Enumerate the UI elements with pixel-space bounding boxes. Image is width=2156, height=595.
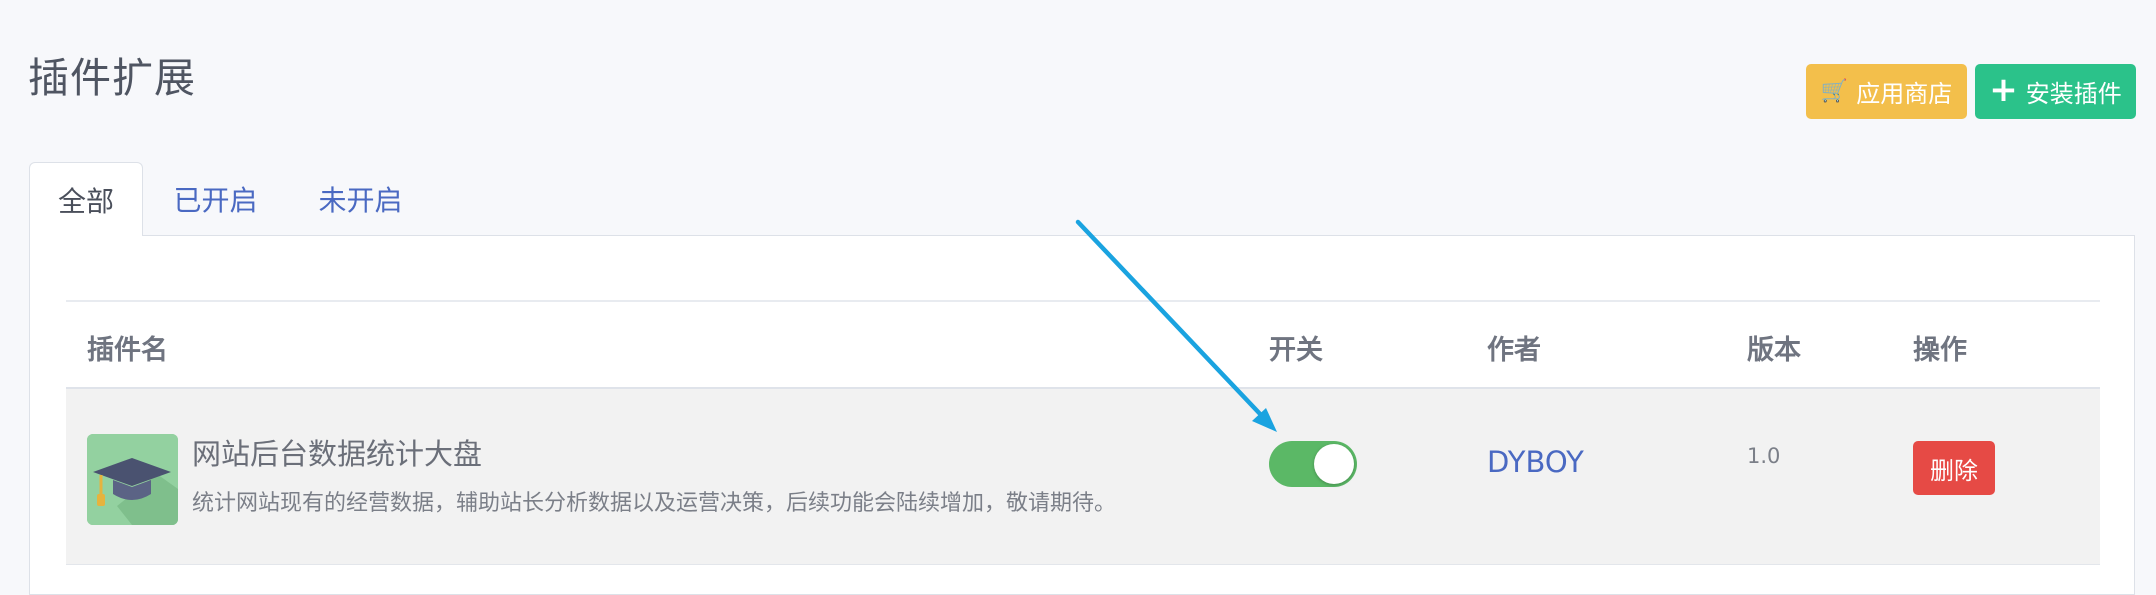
table-top-divider xyxy=(66,300,2100,302)
plugin-table-panel: 插件名 开关 作者 版本 操作 网站后台数据统计大盘 统计网站现有的经营数据，辅… xyxy=(29,235,2135,595)
column-header-ops: 操作 xyxy=(1913,335,1967,366)
app-store-button[interactable]: 🛒 应用商店 xyxy=(1806,64,1967,119)
plugin-description: 统计网站现有的经营数据，辅助站长分析数据以及运营决策，后续功能会陆续增加，敬请期… xyxy=(192,491,1117,516)
column-header-switch: 开关 xyxy=(1269,335,1323,366)
plugin-author-link[interactable]: DYBOY xyxy=(1487,445,1584,479)
column-header-author: 作者 xyxy=(1487,335,1541,366)
tab-all[interactable]: 全部 xyxy=(29,162,143,236)
column-header-name: 插件名 xyxy=(87,335,168,366)
plugin-name: 网站后台数据统计大盘 xyxy=(192,437,483,471)
tab-disabled[interactable]: 未开启 xyxy=(288,162,433,236)
filter-tabs: 全部 已开启 未开启 xyxy=(29,162,433,236)
toggle-knob xyxy=(1314,444,1354,484)
install-plugin-button[interactable]: + 安装插件 xyxy=(1975,64,2136,119)
plus-icon: + xyxy=(1989,70,2018,110)
table-row: 网站后台数据统计大盘 统计网站现有的经营数据，辅助站长分析数据以及运营决策，后续… xyxy=(66,389,2100,565)
install-plugin-label: 安装插件 xyxy=(2025,80,2122,108)
graduation-cap-icon xyxy=(87,434,178,525)
plugin-enable-toggle[interactable] xyxy=(1269,441,1357,487)
plugin-version: 1.0 xyxy=(1747,444,1781,468)
cart-icon: 🛒 xyxy=(1820,78,1849,104)
delete-plugin-button[interactable]: 删除 xyxy=(1913,441,1995,495)
app-store-label: 应用商店 xyxy=(1856,80,1953,108)
tab-enabled[interactable]: 已开启 xyxy=(143,162,288,236)
page-title: 插件扩展 xyxy=(28,54,196,102)
column-header-version: 版本 xyxy=(1747,335,1801,366)
